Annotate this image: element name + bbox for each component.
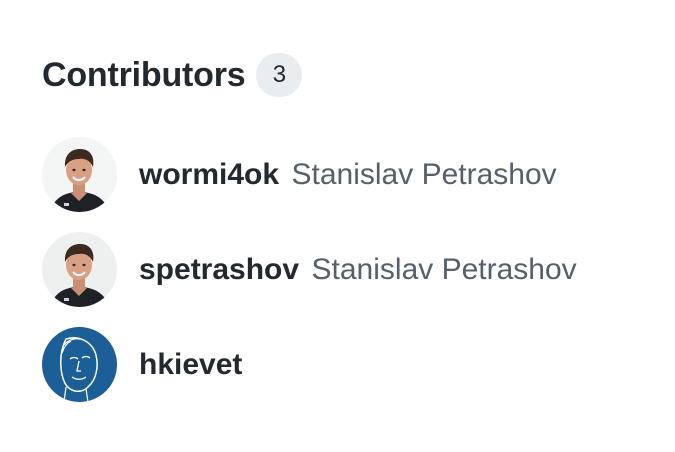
- contributor-fullname: Stanislav Petrashov: [291, 157, 557, 191]
- contributor-item[interactable]: spetrashov Stanislav Petrashov: [42, 232, 577, 307]
- person-photo-icon: [42, 232, 117, 307]
- contributor-item[interactable]: hkievet: [42, 327, 577, 402]
- contributor-names: hkievet: [139, 348, 242, 381]
- contributors-list: wormi4ok Stanislav Petrashov spetrashov …: [42, 137, 577, 422]
- line-drawing-face-icon: [42, 327, 117, 402]
- contributor-names: spetrashov Stanislav Petrashov: [139, 252, 577, 286]
- contributors-panel: Contributors 3 wormi4ok Stanislav Petras…: [42, 50, 662, 402]
- person-photo-icon: [42, 137, 117, 212]
- avatar[interactable]: [42, 327, 117, 402]
- contributor-login[interactable]: wormi4ok: [139, 158, 279, 191]
- contributor-fullname: Stanislav Petrashov: [311, 252, 577, 286]
- contributor-names: wormi4ok Stanislav Petrashov: [139, 157, 557, 191]
- contributors-title[interactable]: Contributors: [42, 58, 246, 92]
- contributor-item[interactable]: wormi4ok Stanislav Petrashov: [42, 137, 577, 212]
- contributors-count-badge: 3: [256, 53, 303, 97]
- avatar[interactable]: [42, 137, 117, 212]
- contributor-login[interactable]: spetrashov: [139, 253, 299, 286]
- contributors-header: Contributors 3: [42, 50, 662, 100]
- avatar[interactable]: [42, 232, 117, 307]
- contributor-login[interactable]: hkievet: [139, 348, 242, 381]
